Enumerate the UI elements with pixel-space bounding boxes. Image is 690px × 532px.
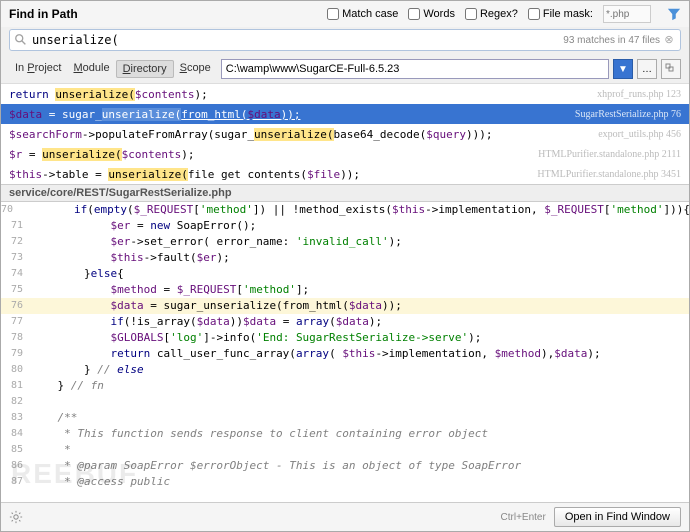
browse-button[interactable]: … [637,59,657,79]
scope-tab-directory[interactable]: Directory [116,60,174,78]
code-line: 86 * @param SoapError $errorObject - Thi… [1,458,689,474]
code-line: 81 } // fn [1,378,689,394]
result-file: HTMLPurifier.standalone.php 3451 [537,169,681,180]
code-line: 83 /** [1,410,689,426]
open-in-find-window-button[interactable]: Open in Find Window [554,507,681,527]
gear-icon[interactable] [9,510,23,524]
match-case-checkbox[interactable]: Match case [327,8,398,20]
code-line: 87 * @access public [1,474,689,490]
result-file: HTMLPurifier.standalone.php 2111 [538,149,681,160]
directory-dropdown-button[interactable]: ▼ [613,59,633,79]
regex-checkbox[interactable]: Regex? [465,8,518,20]
file-mask-checkbox[interactable]: File mask: [528,8,593,20]
code-line: 72 $er->set_error( error_name: 'invalid_… [1,234,689,250]
scope-tab-in-project[interactable]: In Project [9,60,67,78]
code-line: 79 return call_user_func_array(array( $t… [1,346,689,362]
code-line: 76 $data = sugar_unserialize(from_html($… [1,298,689,314]
file-mask-input[interactable] [603,5,651,23]
code-line: 75 $method = $_REQUEST['method']; [1,282,689,298]
preview-path: service/core/REST/SugarRestSerialize.php [1,184,689,202]
result-row[interactable]: $searchForm->populateFromArray(sugar_uns… [1,124,689,144]
result-row[interactable]: $data = sugar_unserialize(from_html($dat… [1,104,689,124]
words-checkbox[interactable]: Words [408,8,455,20]
result-file: xhprof_runs.php 123 [597,89,681,100]
result-row[interactable]: return unserialize($contents);xhprof_run… [1,84,689,104]
code-line: 71 $er = new SoapError(); [1,218,689,234]
dialog-title: Find in Path [9,7,327,21]
shortcut-hint: Ctrl+Enter [501,512,546,523]
directory-input[interactable] [221,59,609,79]
filter-icon[interactable] [667,7,681,21]
code-line: 84 * This function sends response to cli… [1,426,689,442]
code-line: 77 if(!is_array($data))$data = array($da… [1,314,689,330]
code-line: 70 if(empty($_REQUEST['method']) || !met… [1,202,689,218]
result-row[interactable]: $this->table = unserialize(file get cont… [1,164,689,184]
code-line: 74 }else{ [1,266,689,282]
result-row[interactable]: $r = unserialize($contents);HTMLPurifier… [1,144,689,164]
match-count: 93 matches in 47 files [563,35,662,46]
scope-tab-scope[interactable]: Scope [174,60,217,78]
result-file: SugarRestSerialize.php 76 [575,109,681,120]
recursive-icon[interactable] [661,59,681,79]
code-line: 82 [1,394,689,410]
result-file: export_utils.php 456 [598,129,681,140]
clear-icon[interactable]: ⊗ [662,33,676,47]
code-line: 73 $this->fault($er); [1,250,689,266]
code-line: 78 $GLOBALS['log']->info('End: SugarRest… [1,330,689,346]
scope-tab-module[interactable]: Module [67,60,115,78]
search-input[interactable] [28,33,563,47]
code-line: 80 } // else [1,362,689,378]
code-line: 85 * [1,442,689,458]
search-icon [14,33,28,47]
code-preview[interactable]: REEBUF 70 if(empty($_REQUEST['method']) … [1,202,689,502]
search-field[interactable]: 93 matches in 47 files ⊗ [9,29,681,51]
